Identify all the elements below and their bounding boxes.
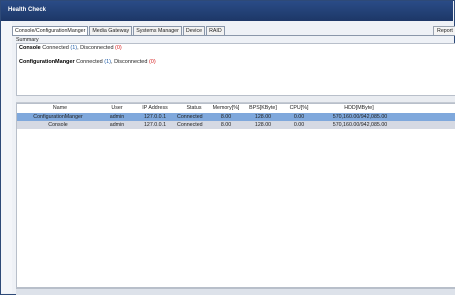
column-header-name[interactable]: Name (45, 104, 75, 112)
connected-count: (1) (104, 59, 112, 65)
disconnected-text: Disconnected (80, 45, 114, 51)
summary-line-configurationmanger: ConfigurationManger Connected (1), Disco… (19, 59, 156, 65)
cell-bps: 128.00 (254, 114, 272, 120)
table-row[interactable]: ConfigurationManger admin 127.0.0.1 Conn… (17, 113, 455, 121)
summary-line-console: Console Connected (1), Disconnected (0) (19, 45, 122, 51)
cell-name: Console (48, 122, 68, 128)
disconnected-count: (0) (115, 45, 122, 51)
cell-bps: 128.00 (254, 122, 272, 128)
table-row[interactable]: Console admin 127.0.0.1 Connected 8.00 1… (17, 121, 455, 129)
cell-status: Connected (177, 122, 203, 128)
column-header-memory[interactable]: Memory[%] (210, 104, 242, 112)
cell-hdd: 570,160.00/942,085.00 (332, 114, 388, 120)
summary-name: ConfigurationManger (19, 59, 75, 65)
status-table: Name User IP Address Status Memory[%] BP… (16, 103, 455, 288)
title-bar: Health Check (1, 1, 453, 21)
column-header-status[interactable]: Status (183, 104, 205, 112)
column-header-ip-address[interactable]: IP Address (139, 104, 171, 112)
window-title: Health Check (8, 7, 47, 13)
summary-name: Console (19, 45, 41, 51)
cell-memory: 8.00 (220, 114, 232, 120)
horizontal-scrollbar[interactable] (16, 288, 455, 295)
column-header-user[interactable]: User (109, 104, 125, 112)
cell-hdd: 570,160.00/942,085.00 (332, 122, 388, 128)
cell-user: admin (109, 122, 125, 128)
cell-name: ConfigurationManger (33, 114, 83, 120)
column-header-bps[interactable]: BPS[KByte] (246, 104, 280, 112)
tab-strip-border (12, 35, 455, 36)
disconnected-text: Disconnected (114, 59, 148, 65)
cell-status: Connected (177, 114, 203, 120)
cell-ip-address: 127.0.0.1 (143, 122, 167, 128)
splitter[interactable] (16, 96, 455, 103)
cell-memory: 8.00 (220, 122, 232, 128)
cell-ip-address: 127.0.0.1 (143, 114, 167, 120)
cell-cpu: 0.00 (293, 122, 305, 128)
left-margin (1, 21, 12, 293)
column-header-cpu[interactable]: CPU[%] (287, 104, 311, 112)
connected-text: Connected (42, 45, 69, 51)
disconnected-count: (0) (148, 59, 156, 65)
summary-panel: Console Connected (1), Disconnected (0) … (16, 43, 455, 96)
cell-cpu: 0.00 (293, 114, 305, 120)
cell-user: admin (109, 114, 125, 120)
column-header-hdd[interactable]: HDD[MByte] (327, 104, 391, 112)
connected-text: Connected (76, 59, 103, 65)
